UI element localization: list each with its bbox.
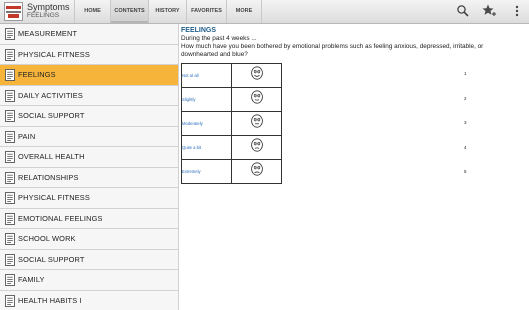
answer-row[interactable]: Slightly — [181, 87, 282, 112]
document-icon — [5, 130, 15, 143]
answer-score: 4 — [464, 144, 467, 150]
document-icon — [5, 28, 15, 40]
document-icon — [5, 192, 15, 204]
search-icon[interactable] — [455, 3, 471, 19]
question-intro: During the past 4 weeks ... — [181, 35, 257, 42]
answer-option-label[interactable]: Extremely — [181, 159, 232, 184]
answer-row[interactable]: Moderately — [181, 111, 282, 136]
answer-score: 3 — [464, 120, 467, 125]
sidebar-item-label: OVERALL HEALTH — [18, 152, 85, 161]
answer-face-cell[interactable] — [231, 135, 282, 160]
document-icon — [5, 171, 15, 184]
app-title: Symptoms — [27, 2, 70, 12]
answers-table: Not at all Slightly Moderately Quite a bit E… — [181, 63, 282, 184]
sidebar-item-feelings[interactable]: FEELINGS — [0, 65, 178, 86]
sidebar-item-label: PHYSICAL FITNESS — [18, 193, 90, 202]
tab-more[interactable]: MORE — [226, 0, 262, 23]
sidebar-item-physical-fitness[interactable]: PHYSICAL FITNESS — [0, 45, 178, 65]
document-icon — [5, 151, 15, 163]
sidebar-item-label: EMOTIONAL FEELINGS — [18, 213, 103, 223]
document-icon — [5, 294, 15, 307]
sidebar-item-overall-health[interactable]: OVERALL HEALTH — [0, 147, 178, 168]
tab-contents[interactable]: CONTENTS — [110, 0, 148, 23]
answer-option-label[interactable]: Moderately — [181, 111, 232, 136]
section-title: FEELINGS — [181, 27, 217, 34]
answer-score: 2 — [464, 95, 467, 101]
answer-score: 5 — [464, 169, 467, 174]
document-icon — [5, 89, 15, 102]
answer-face-cell[interactable] — [231, 63, 282, 88]
sidebar-item-label: FAMILY — [18, 275, 45, 284]
star-plus-icon[interactable] — [481, 3, 497, 19]
answer-face-cell[interactable] — [231, 111, 282, 136]
answer-option-label[interactable]: Quite a bit — [181, 135, 232, 160]
happy-face-icon — [250, 66, 263, 80]
tab-home[interactable]: HOME — [74, 0, 110, 23]
question-text: During the past 4 weeks ... How much hav… — [181, 35, 521, 59]
sidebar-item-label: HEALTH HABITS I — [18, 295, 82, 305]
tab-history[interactable]: HISTORY — [148, 0, 186, 23]
sidebar-item-physical-fitness[interactable]: PHYSICAL FITNESS — [0, 188, 178, 209]
sidebar-item-social-support[interactable]: SOCIAL SUPPORT — [0, 250, 178, 270]
sad-face-icon — [250, 162, 263, 176]
document-icon — [5, 48, 15, 61]
document-icon — [5, 233, 15, 245]
sidebar-item-label: PAIN — [18, 131, 36, 141]
sidebar-item-emotional-feelings[interactable]: EMOTIONAL FEELINGS — [0, 209, 178, 229]
sidebar-item-label: FEELINGS — [18, 70, 56, 79]
action-bar: Symptoms FEELINGS HOME CONTENTS HISTORY … — [0, 0, 529, 24]
answer-score: 1 — [464, 71, 467, 76]
slight-frown-face-icon — [250, 138, 263, 152]
sidebar-item-pain[interactable]: PAIN — [0, 127, 178, 147]
neutral-face-icon — [250, 114, 263, 128]
answer-row[interactable]: Not at all — [181, 63, 282, 88]
answer-row[interactable]: Quite a bit — [181, 135, 282, 160]
sidebar-item-family[interactable]: FAMILY — [0, 270, 178, 291]
contents-list: MEASUREMENT PHYSICAL FITNESS FEELINGS DAILY… — [0, 24, 178, 310]
sidebar-item-health-habits-i[interactable]: HEALTH HABITS I — [0, 291, 178, 310]
answer-row[interactable]: Extremely — [181, 159, 282, 184]
content-panel: FEELINGS During the past 4 weeks ... How… — [178, 24, 529, 310]
app-logo-icon[interactable] — [4, 2, 23, 21]
sidebar-item-daily-activities[interactable]: DAILY ACTIVITIES — [0, 86, 178, 106]
answer-face-cell[interactable] — [231, 87, 282, 112]
tab-bar: HOME CONTENTS HISTORY FAVORITES MORE — [74, 0, 262, 23]
tab-favorites[interactable]: FAVORITES — [186, 0, 226, 23]
answer-option-label[interactable]: Slightly — [181, 87, 232, 112]
sidebar-item-label: MEASUREMENT — [18, 29, 78, 38]
sidebar-item-label: DAILY ACTIVITIES — [18, 90, 83, 100]
sidebar-item-label: RELATIONSHIPS — [18, 172, 79, 182]
sidebar-item-measurement[interactable]: MEASUREMENT — [0, 24, 178, 45]
document-icon — [5, 110, 15, 122]
document-icon — [5, 69, 15, 81]
sidebar-item-label: SCHOOL WORK — [18, 234, 76, 243]
document-icon — [5, 212, 15, 225]
sidebar-item-label: PHYSICAL FITNESS — [18, 49, 90, 59]
sidebar-item-social-support[interactable]: SOCIAL SUPPORT — [0, 106, 178, 127]
app-subtitle: FEELINGS — [27, 12, 60, 19]
answer-face-cell[interactable] — [231, 159, 282, 184]
question-body: How much have you been bothered by emoti… — [181, 43, 484, 58]
slight-smile-face-icon — [250, 90, 263, 104]
document-icon — [5, 274, 15, 286]
document-icon — [5, 253, 15, 266]
sidebar-item-relationships[interactable]: RELATIONSHIPS — [0, 168, 178, 188]
sidebar-item-label: SOCIAL SUPPORT — [18, 254, 85, 264]
sidebar-item-label: SOCIAL SUPPORT — [18, 111, 85, 120]
sidebar-item-school-work[interactable]: SCHOOL WORK — [0, 229, 178, 250]
overflow-menu-icon[interactable] — [509, 3, 525, 19]
answer-option-label[interactable]: Not at all — [181, 63, 232, 88]
